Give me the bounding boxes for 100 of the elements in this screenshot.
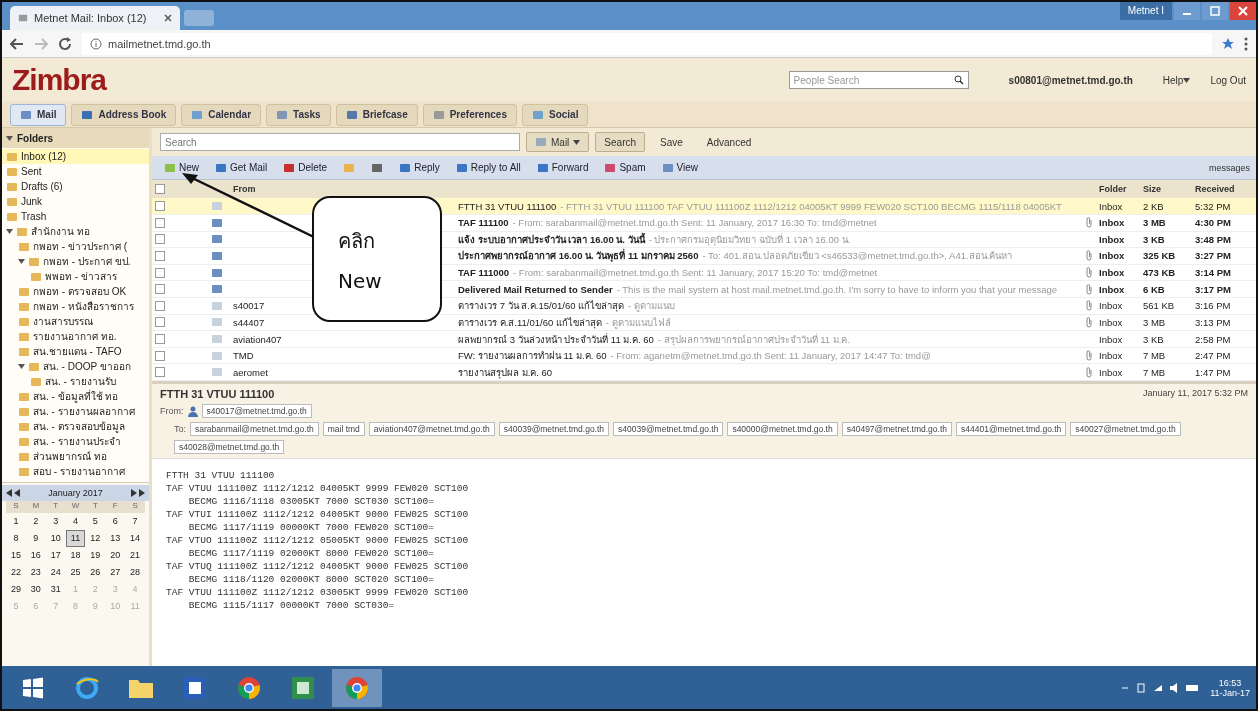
next-arrows-icon[interactable] [129, 489, 145, 497]
calendar-day[interactable]: 24 [45, 564, 66, 581]
address-chip[interactable]: s40000@metnet.tmd.go.th [727, 422, 838, 436]
calendar-day[interactable]: 28 [125, 564, 145, 581]
row-checkbox[interactable] [155, 300, 165, 311]
browser-tab[interactable]: Metnet Mail: Inbox (12) [10, 6, 180, 30]
address-chip[interactable]: s40039@metnet.tmd.go.th [613, 422, 724, 436]
select-all-checkbox[interactable] [155, 184, 165, 195]
star-icon[interactable] [1222, 37, 1234, 50]
calendar-day[interactable]: 8 [6, 530, 26, 547]
profile-button[interactable]: Metnet I [1119, 2, 1172, 20]
menu-icon[interactable] [1244, 36, 1248, 51]
toolbar-button[interactable]: Delete [277, 157, 334, 178]
folder-item[interactable]: ส่วนพยากรณ์ ทอ [2, 449, 149, 464]
calendar-day[interactable]: 29 [6, 581, 26, 598]
toolbar-button[interactable]: Spam [598, 157, 652, 178]
calendar-day[interactable]: 5 [85, 513, 106, 530]
folder-item[interactable]: พพอท - ข่าวสาร [2, 269, 149, 284]
row-checkbox[interactable] [155, 234, 165, 245]
calendar-day[interactable]: 26 [85, 564, 106, 581]
caret-down-icon[interactable] [1183, 77, 1191, 83]
caret-down-icon[interactable] [573, 139, 581, 145]
app-tab[interactable]: Briefcase [335, 103, 418, 126]
address-chip[interactable]: mail tmd [322, 422, 365, 436]
toolbar-button[interactable]: Forward [530, 157, 595, 178]
folder-item[interactable]: สน. - รายงานประจำ [2, 434, 149, 449]
folder-item[interactable]: สน. - ตรวจสอบข้อมูล [2, 419, 149, 434]
folder-item[interactable]: สอบ - รายงานอากาศ [2, 464, 149, 479]
calendar-day[interactable]: 4 [65, 513, 86, 530]
chrome-icon[interactable] [345, 675, 369, 700]
calendar-day[interactable]: 9 [25, 530, 46, 547]
address-chip[interactable]: s40497@metnet.tmd.go.th [841, 422, 952, 436]
windows-logo-icon[interactable] [22, 676, 44, 699]
calendar-day[interactable]: 18 [65, 547, 86, 564]
calendar-day[interactable]: 31 [45, 581, 66, 598]
caret-icon[interactable] [6, 134, 13, 142]
app-tab[interactable]: Mail [10, 103, 67, 126]
address-chip[interactable]: s40028@metnet.tmd.go.th [174, 440, 285, 454]
folder-item[interactable]: กพอท - ตรวจสอบ OK [2, 284, 149, 299]
search-icon[interactable] [953, 75, 964, 85]
previous-arrows-icon[interactable] [6, 489, 22, 497]
app-tab[interactable]: Tasks [266, 103, 331, 126]
calendar-day[interactable]: 2 [25, 513, 46, 530]
calendar-day[interactable]: 22 [6, 564, 26, 581]
close-icon[interactable] [164, 14, 172, 22]
maximize-button[interactable] [1202, 2, 1228, 20]
maximize-icon[interactable] [1210, 6, 1220, 16]
toolbar-button[interactable]: Reply to All [449, 157, 527, 178]
calendar-day[interactable]: 3 [45, 513, 66, 530]
document-icon[interactable] [184, 676, 206, 699]
save-button[interactable]: Save [651, 132, 692, 152]
folder-item[interactable]: รายงานอากาศ ทอ. [2, 329, 149, 344]
row-checkbox[interactable] [155, 284, 165, 295]
folder-item[interactable]: สน. - รายงานรับ [2, 374, 149, 389]
search-field[interactable]: Search [160, 133, 520, 151]
toolbar-button[interactable]: Get Mail [209, 157, 274, 178]
folder-item[interactable]: กพอท - ข่าวประกาศ ( [2, 239, 149, 254]
row-checkbox[interactable] [155, 317, 165, 328]
advanced-link[interactable]: Advanced [697, 132, 761, 152]
toolbar-button[interactable]: New [158, 157, 205, 178]
address-chip[interactable]: sarabanmail@metnet.tmd.go.th [190, 422, 319, 436]
folder-item[interactable]: กพอท - หนังสือราชการ [2, 299, 149, 314]
globe-icon[interactable] [75, 675, 99, 700]
row-checkbox[interactable] [155, 367, 165, 378]
chrome-icon[interactable] [237, 675, 261, 700]
column-header[interactable]: Received [1192, 184, 1256, 195]
calendar-day[interactable]: 13 [105, 530, 126, 547]
column-header[interactable]: Folder [1096, 184, 1140, 195]
tray-icons-drawing[interactable] [1120, 681, 1201, 694]
reload-icon[interactable] [58, 36, 72, 51]
calendar-day[interactable]: 23 [25, 564, 46, 581]
toolbar-button[interactable]: Reply [393, 157, 446, 178]
folder-item[interactable]: งานสารบรรณ [2, 314, 149, 329]
expanded-caret-icon[interactable] [18, 258, 25, 265]
calendar-day[interactable]: 12 [85, 530, 106, 547]
spreadsheet-icon[interactable] [292, 676, 314, 699]
minimize-button[interactable] [1174, 2, 1200, 20]
address-bar[interactable]: mailmetnet.tmd.go.th [82, 32, 1212, 55]
back-arrow-icon[interactable] [10, 37, 24, 50]
folder-item[interactable]: Drafts (6) [2, 179, 149, 194]
calendar-day[interactable]: 19 [85, 547, 106, 564]
address-chip[interactable]: aviation407@metnet.tmd.go.th [368, 422, 495, 436]
row-checkbox[interactable] [155, 267, 165, 278]
address-chip[interactable]: s40017@metnet.tmd.go.th [201, 404, 312, 418]
calendar-day[interactable]: 17 [45, 547, 66, 564]
address-chip[interactable]: s44401@metnet.tmd.go.th [956, 422, 1067, 436]
toolbar-button[interactable]: View [655, 157, 705, 178]
app-tab[interactable]: Preferences [422, 103, 517, 126]
expanded-caret-icon[interactable] [6, 228, 13, 235]
calendar-day[interactable]: 15 [6, 547, 26, 564]
search-scope-dropdown[interactable]: Mail [526, 132, 590, 152]
app-tab[interactable]: Address Book [71, 103, 177, 126]
search-button[interactable]: Search [595, 132, 646, 152]
row-checkbox[interactable] [155, 217, 165, 228]
expanded-caret-icon[interactable] [18, 363, 25, 370]
help-menu[interactable]: Help [1162, 74, 1184, 86]
calendar-day[interactable]: 30 [25, 581, 46, 598]
folders-header[interactable]: Folders [2, 128, 149, 148]
taskbar-app[interactable] [332, 668, 382, 707]
close-button[interactable] [1230, 2, 1256, 20]
